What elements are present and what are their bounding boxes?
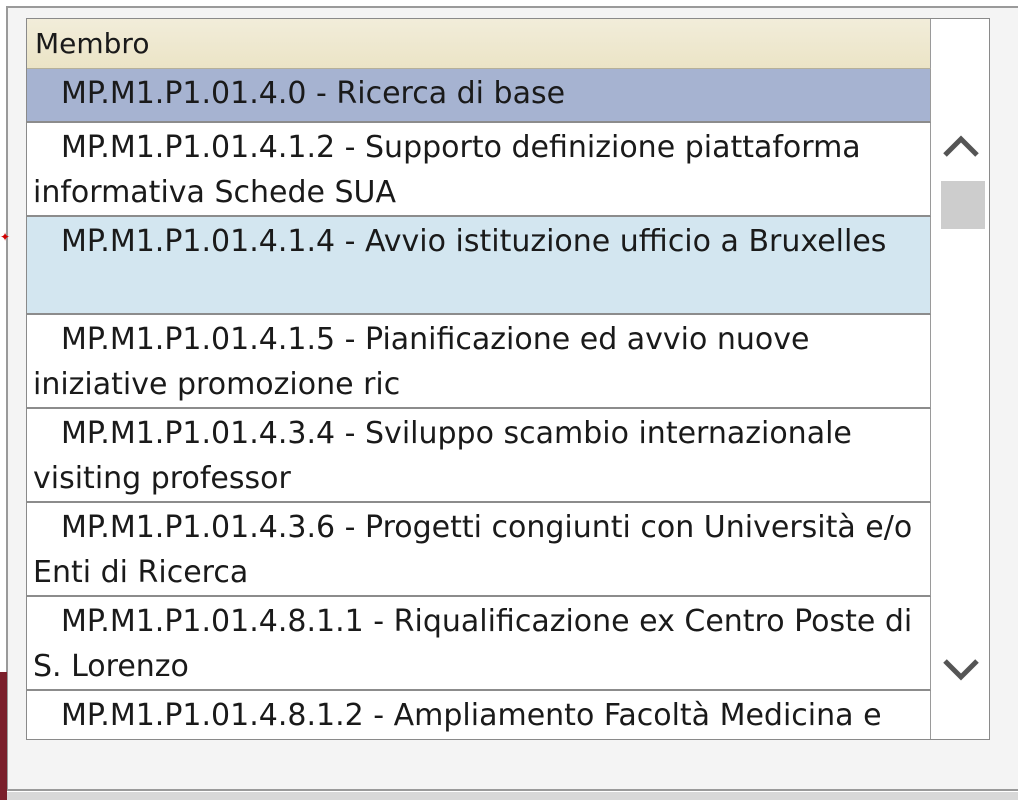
list-area: Membro MP.M1.P1.01.4.0 - Ricerca di base… [27, 19, 931, 739]
item-text: Avvio istituzione ufficio a Bruxelles [365, 224, 887, 259]
item-text: Ampliamento Facoltà Medicina e [393, 698, 882, 733]
chevron-up-icon[interactable] [941, 127, 981, 167]
member-listbox[interactable]: Membro MP.M1.P1.01.4.0 - Ricerca di base… [26, 18, 990, 740]
list-item[interactable]: MP.M1.P1.01.4.8.1.2 - Ampliamento Facolt… [27, 691, 931, 739]
chevron-down-icon[interactable] [941, 649, 981, 689]
item-text: Ricerca di base [336, 76, 566, 111]
item-code: MP.M1.P1.01.4.3.4 [61, 416, 336, 451]
item-code: MP.M1.P1.01.4.0 [61, 76, 307, 111]
red-marker-icon: ✦ [0, 230, 11, 244]
column-header-label: Membro [35, 27, 150, 60]
item-code: MP.M1.P1.01.4.3.6 [61, 510, 336, 545]
frame-bottom-edge [0, 792, 1029, 800]
vertical-scrollbar[interactable] [931, 19, 989, 739]
list-item[interactable]: MP.M1.P1.01.4.1.2 - Supporto definizione… [27, 123, 931, 217]
background-window-edge [0, 672, 7, 800]
item-code: MP.M1.P1.01.4.1.4 [61, 224, 336, 259]
list-item[interactable]: MP.M1.P1.01.4.3.6 - Progetti congiunti c… [27, 503, 931, 597]
column-header-membro[interactable]: Membro [27, 19, 931, 69]
right-edge [1018, 0, 1029, 800]
list-item[interactable]: MP.M1.P1.01.4.1.5 - Pianificazione ed av… [27, 315, 931, 409]
list-item[interactable]: MP.M1.P1.01.4.8.1.1 - Riqualificazione e… [27, 597, 931, 691]
item-code: MP.M1.P1.01.4.1.5 [61, 322, 336, 357]
list-item[interactable]: MP.M1.P1.01.4.1.4 - Avvio istituzione uf… [27, 217, 931, 315]
item-code: MP.M1.P1.01.4.8.1.1 [61, 604, 364, 639]
item-code: MP.M1.P1.01.4.1.2 [61, 130, 336, 165]
scroll-thumb[interactable] [941, 181, 985, 229]
list-item[interactable]: MP.M1.P1.01.4.3.4 - Sviluppo scambio int… [27, 409, 931, 503]
list-item[interactable]: MP.M1.P1.01.4.0 - Ricerca di base [27, 69, 931, 123]
item-code: MP.M1.P1.01.4.8.1.2 [61, 698, 364, 733]
